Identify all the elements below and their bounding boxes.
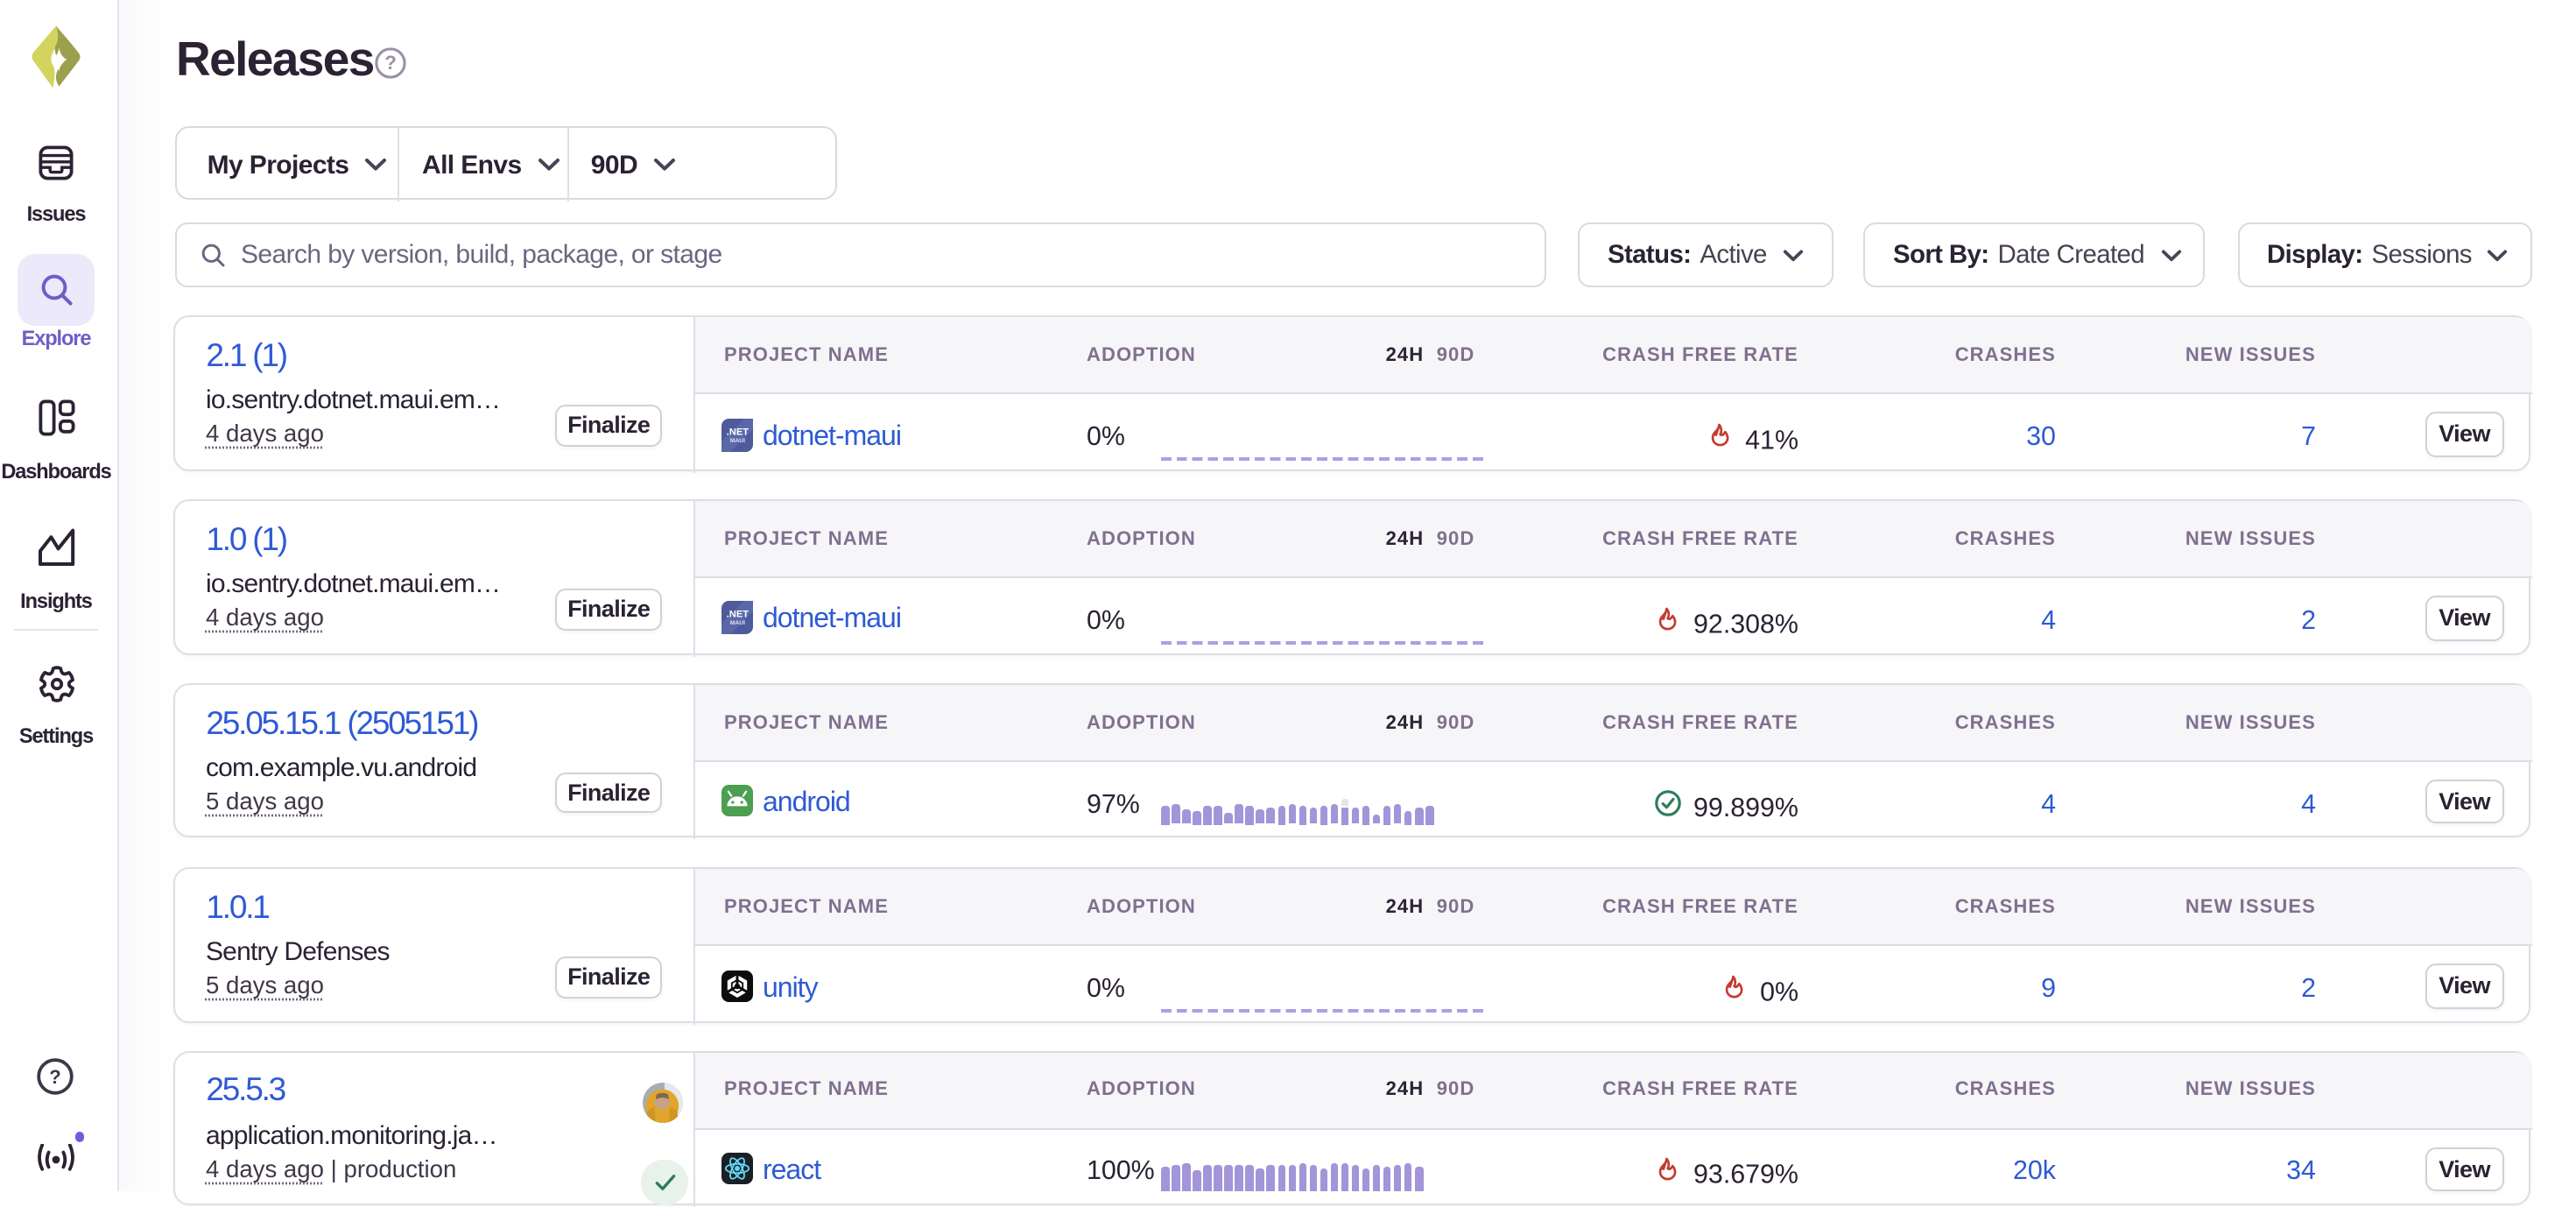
svg-text:MAUI: MAUI [730, 437, 745, 443]
svg-text:?: ? [50, 1066, 61, 1088]
svg-text:MAUI: MAUI [730, 621, 745, 627]
svg-text:.NET: .NET [727, 427, 750, 437]
svg-text:?: ? [384, 53, 396, 74]
svg-text:.NET: .NET [727, 611, 750, 621]
